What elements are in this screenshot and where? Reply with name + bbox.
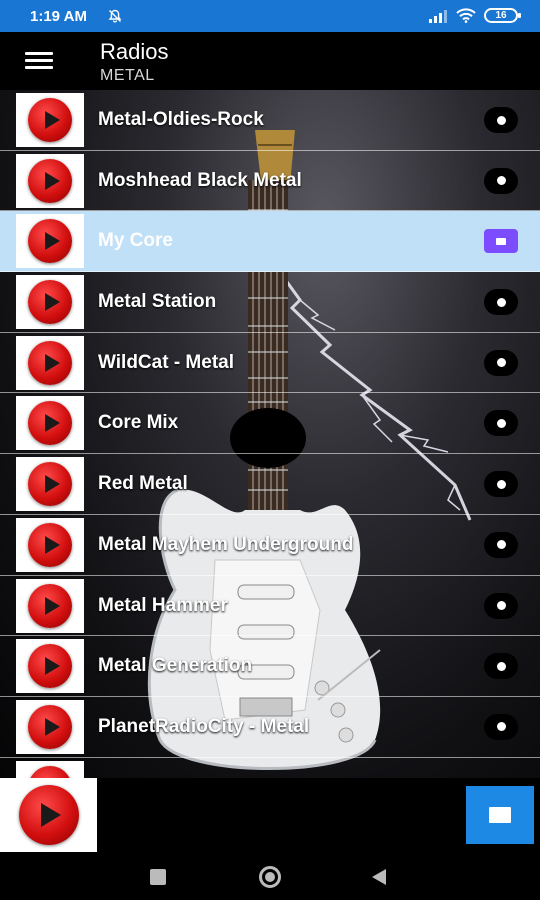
list-item[interactable]: Metal Station (0, 272, 540, 333)
station-logo (16, 578, 84, 633)
list-item[interactable]: WildCat - Metal (0, 333, 540, 394)
play-icon (28, 401, 72, 446)
dot-icon[interactable] (484, 471, 518, 498)
station-logo (16, 639, 84, 694)
home-icon[interactable] (259, 866, 281, 888)
list-item[interactable]: Metal-Oldies-Rock (0, 90, 540, 151)
page-title: Radios (100, 39, 169, 64)
list-item-partial[interactable] (0, 758, 540, 778)
stop-icon (489, 807, 511, 823)
back-icon[interactable] (372, 869, 386, 885)
status-time: 1:19 AM (30, 8, 87, 25)
bell-off-icon (108, 9, 122, 23)
list-item[interactable]: Moshhead Black Metal (0, 151, 540, 212)
player-bar (0, 778, 540, 852)
station-name: Metal Hammer (98, 594, 228, 616)
play-icon (28, 98, 72, 142)
station-logo (16, 396, 84, 451)
station-name: Core Mix (98, 412, 179, 434)
dot-icon[interactable] (484, 167, 518, 194)
dot-icon[interactable] (484, 107, 518, 133)
play-icon (28, 583, 72, 628)
dot-icon[interactable] (484, 592, 518, 619)
station-name: Metal-Oldies-Rock (98, 109, 264, 130)
page-subtitle: METAL (100, 67, 155, 84)
station-logo (16, 457, 84, 512)
play-icon (28, 158, 72, 203)
station-logo (16, 699, 84, 754)
list-item[interactable]: Metal Mayhem Underground (0, 515, 540, 576)
station-name: PlanetRadioCity - Metal (98, 715, 310, 737)
play-icon (18, 785, 79, 845)
play-icon (28, 340, 72, 385)
dot-icon[interactable] (484, 289, 518, 316)
signal-icon (429, 9, 447, 23)
station-name: Metal Mayhem Underground (98, 533, 354, 555)
station-name: My Core (98, 230, 173, 252)
stop-icon[interactable] (484, 229, 518, 254)
stop-button[interactable] (466, 786, 534, 844)
station-logo (16, 214, 84, 269)
play-icon (28, 219, 72, 264)
dot-icon[interactable] (484, 410, 518, 437)
system-nav-bar (0, 852, 540, 900)
play-icon (28, 522, 72, 567)
play-icon (28, 280, 72, 325)
station-name: WildCat - Metal (98, 351, 234, 373)
play-icon (28, 462, 72, 507)
dot-icon[interactable] (484, 349, 518, 376)
play-icon (28, 765, 72, 778)
dot-icon[interactable] (484, 713, 518, 740)
now-playing-logo[interactable] (0, 778, 97, 852)
list-item-active[interactable]: My Core (0, 211, 540, 273)
station-name: Moshhead Black Metal (98, 169, 302, 191)
station-name: Red Metal (98, 473, 188, 495)
station-logo (16, 517, 84, 572)
station-logo (16, 335, 84, 390)
play-icon (28, 704, 72, 749)
list-item[interactable]: Core Mix (0, 393, 540, 455)
station-list: Metal-Oldies-Rock Moshhead Black Metal M… (0, 90, 540, 778)
station-logo (16, 275, 84, 330)
play-icon (28, 644, 72, 689)
list-item[interactable]: Metal Hammer (0, 576, 540, 637)
dot-icon[interactable] (484, 531, 518, 558)
recents-icon[interactable] (150, 869, 166, 885)
wifi-icon (456, 8, 476, 23)
hamburger-menu-icon[interactable] (25, 52, 53, 72)
list-item[interactable]: PlanetRadioCity - Metal (0, 697, 540, 758)
station-name: Metal Station (98, 291, 217, 313)
list-item[interactable]: Metal Generation (0, 636, 540, 697)
station-logo (16, 93, 84, 147)
station-logo (16, 153, 84, 208)
battery-icon: 16 (484, 8, 521, 23)
list-item[interactable]: Red Metal (0, 454, 540, 515)
station-name: Metal Generation (98, 655, 253, 677)
station-logo (16, 760, 84, 778)
app-bar: Radios METAL (0, 32, 540, 90)
dot-icon[interactable] (484, 653, 518, 680)
status-bar: 1:19 AM 16 (0, 0, 540, 32)
